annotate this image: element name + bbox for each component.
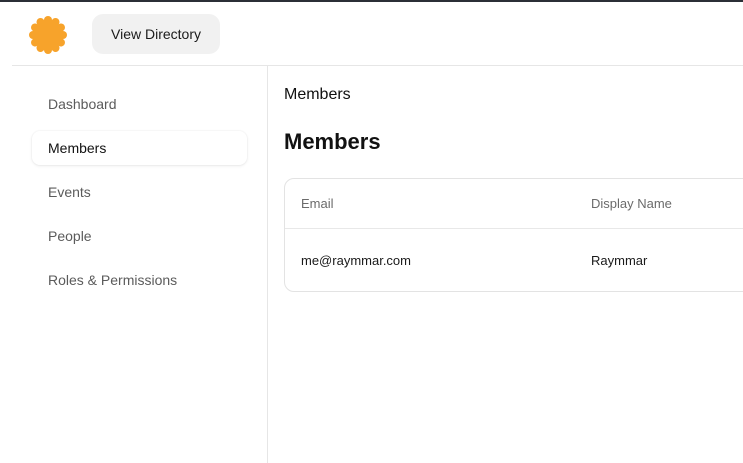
sidebar-item-people[interactable]: People xyxy=(32,219,247,253)
column-header-display-name: Display Name xyxy=(591,196,672,211)
app-header: View Directory xyxy=(0,2,743,65)
view-directory-button[interactable]: View Directory xyxy=(92,14,220,54)
cell-email: me@raymmar.com xyxy=(301,253,411,268)
sidebar-item-members[interactable]: Members xyxy=(32,131,247,165)
page-title: Members xyxy=(284,129,381,154)
sidebar-item-roles-permissions[interactable]: Roles & Permissions xyxy=(32,263,247,297)
sidebar-item-dashboard[interactable]: Dashboard xyxy=(32,87,247,121)
sidebar-item-label: Dashboard xyxy=(48,96,117,112)
table-row[interactable]: me@raymmar.com Raymmar xyxy=(285,229,743,291)
orange-asterisk-logo-icon[interactable] xyxy=(27,14,69,56)
sidebar-item-label: Events xyxy=(48,184,91,200)
sidebar-item-label: Members xyxy=(48,140,107,156)
cell-display-name: Raymmar xyxy=(591,253,648,268)
table-header: Email Display Name xyxy=(285,179,743,229)
members-table: Email Display Name me@raymmar.com Raymma… xyxy=(284,178,743,292)
main-content: Members Members Email Display Name me@ra… xyxy=(268,66,743,463)
column-header-email: Email xyxy=(301,196,334,211)
breadcrumb: Members xyxy=(284,86,351,103)
sidebar-item-events[interactable]: Events xyxy=(32,175,247,209)
sidebar-item-label: People xyxy=(48,228,92,244)
sidebar-item-label: Roles & Permissions xyxy=(48,272,178,288)
sidebar: Dashboard Members Events People Roles & … xyxy=(0,66,267,463)
